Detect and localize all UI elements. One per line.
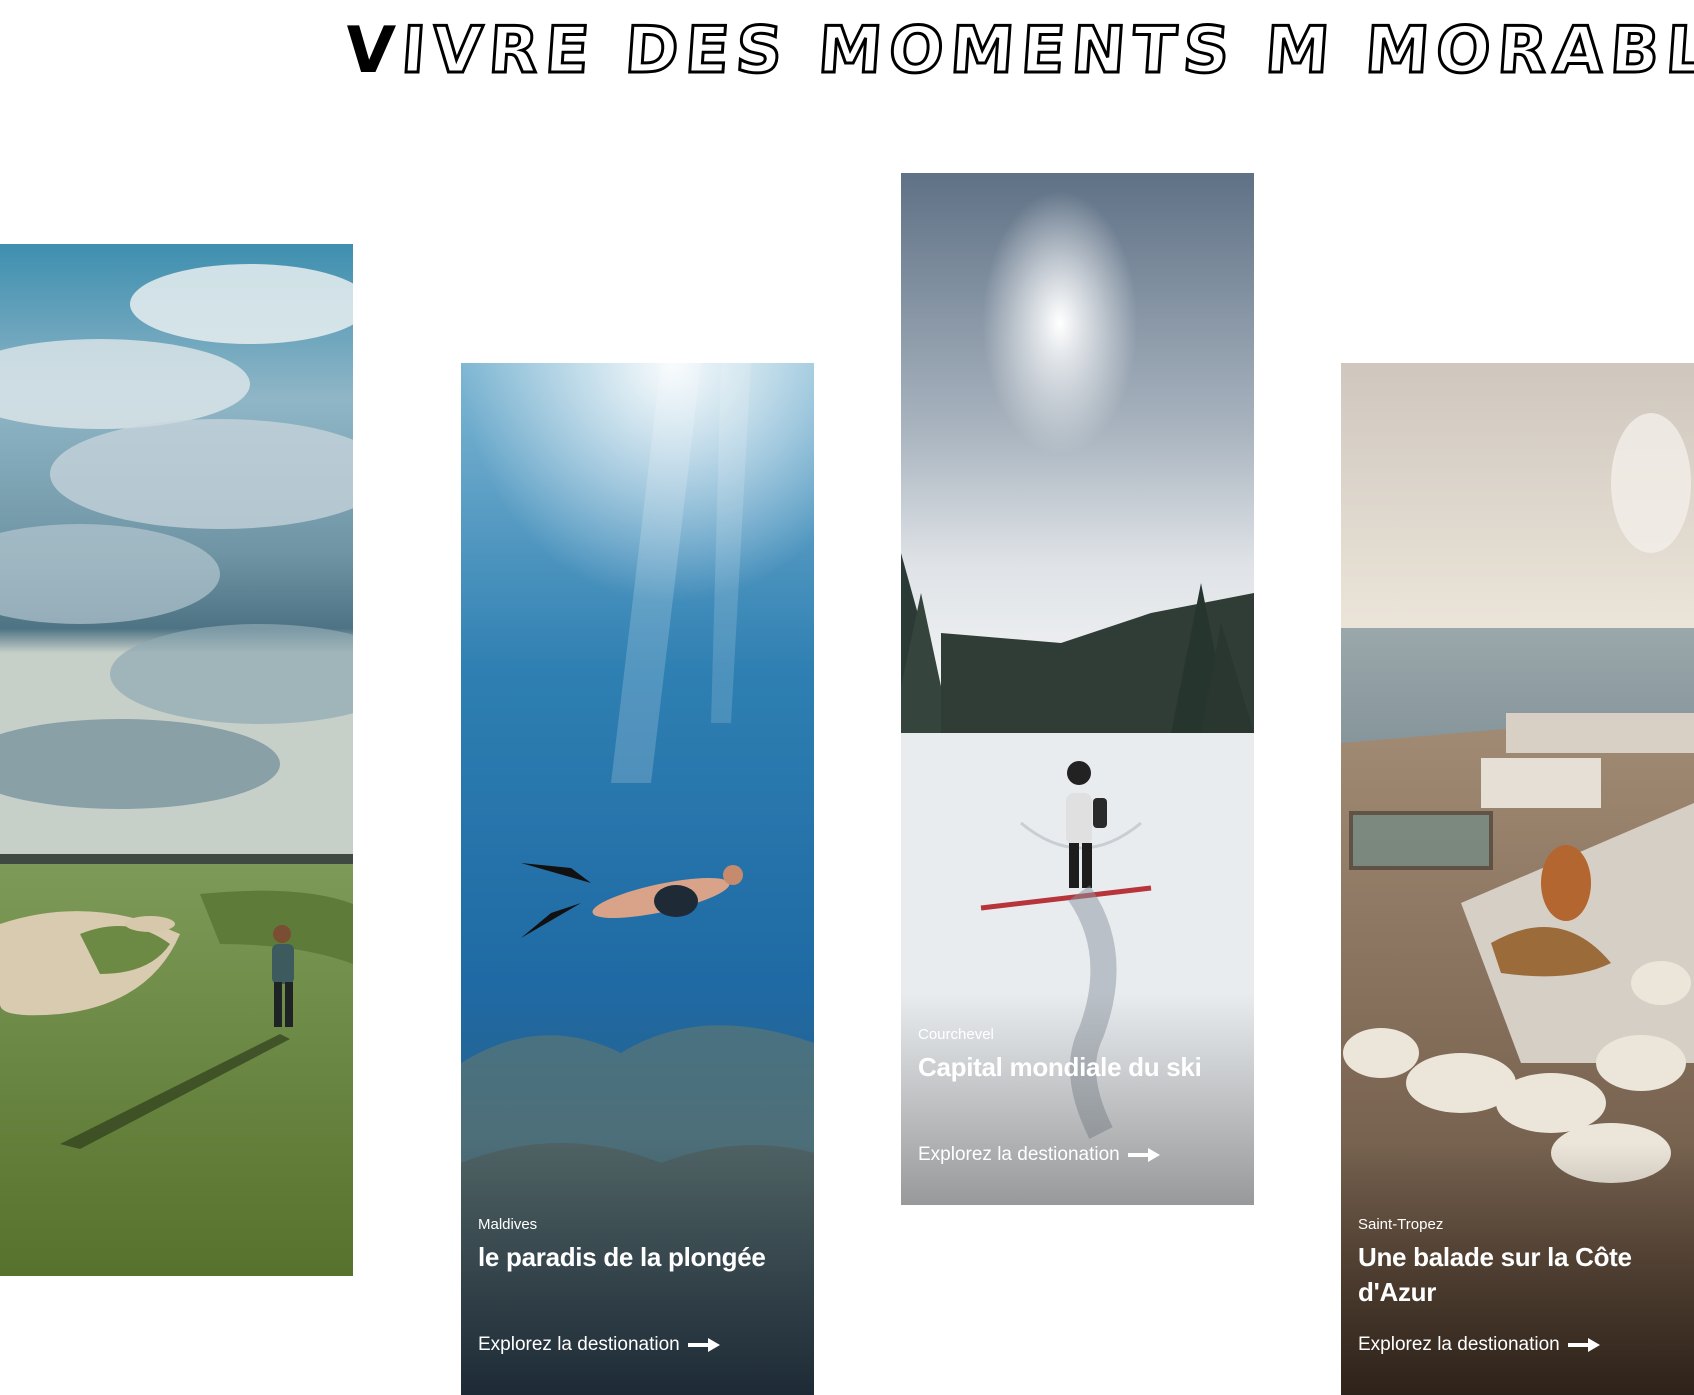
arrow-right-icon [687, 1338, 720, 1352]
explore-link-label: Explorez la destionation [1358, 1334, 1560, 1355]
card-location: Saint-Tropez [1358, 1216, 1444, 1233]
destination-card-courchevel[interactable]: Courchevel Capital mondiale du ski Explo… [901, 173, 1254, 1205]
destination-card-saint-tropez[interactable]: Saint-Tropez Une balade sur la Côte d'Az… [1341, 363, 1694, 1395]
explore-destination-link[interactable]: Explorez la destionation [918, 1144, 1160, 1166]
destination-card-maldives[interactable]: Maldives le paradis de la plongée Explor… [461, 363, 814, 1395]
card-headline: Capital mondiale du ski [918, 1052, 1202, 1082]
card-headline: Une balade sur la Côte d'Azur [1358, 1242, 1632, 1307]
card-headline: le paradis de la plongée [478, 1242, 766, 1272]
page-title-initial: V [342, 14, 405, 88]
explore-link-label: Explorez la destionation [918, 1144, 1120, 1165]
explore-link-label: Explorez la destionation [478, 1334, 680, 1355]
explore-destination-link[interactable]: Explorez la destionation [478, 1334, 720, 1356]
card-location: Maldives [478, 1216, 538, 1233]
arrow-right-icon [1127, 1148, 1160, 1162]
explore-destination-link[interactable]: Explorez la destionation [1358, 1334, 1600, 1356]
page-title: Vivre des moments m morables [342, 6, 1694, 96]
arrow-right-icon [1567, 1338, 1600, 1352]
card-location: Courchevel [918, 1026, 994, 1043]
destination-card-golf[interactable] [0, 244, 353, 1276]
golf-photo [0, 244, 353, 1276]
page-title-rest: ivre des moments m morables [397, 13, 1694, 90]
